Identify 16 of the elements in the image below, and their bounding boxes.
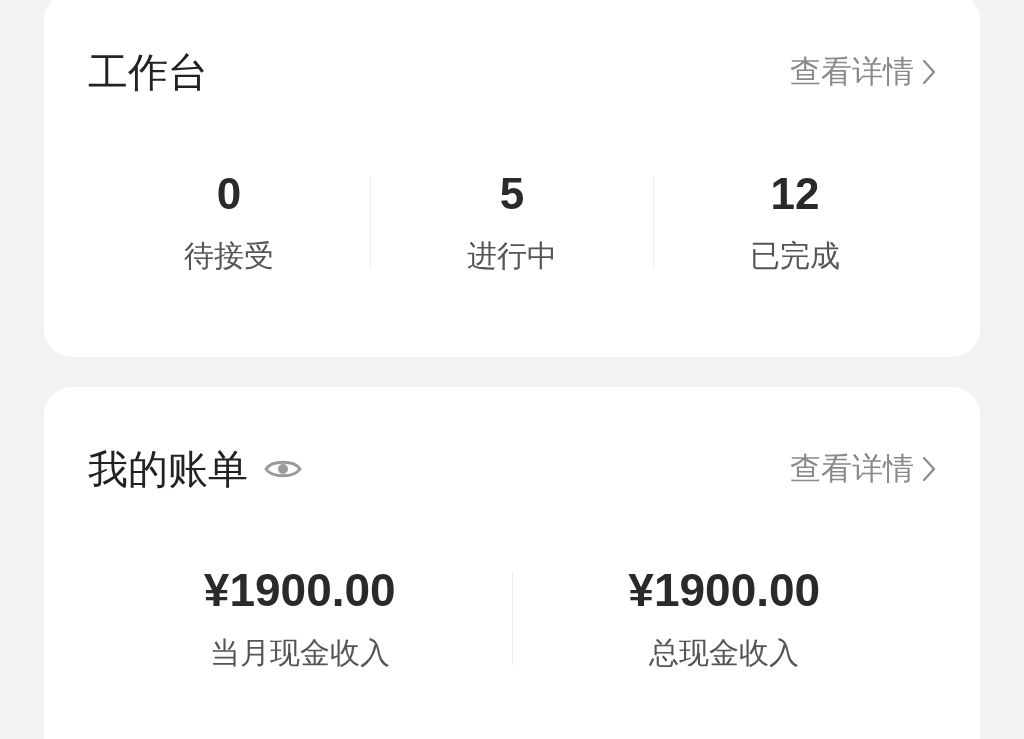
stat-value: 5	[499, 168, 525, 220]
stat-label: 进行中	[467, 238, 557, 274]
card-title: 工作台	[88, 49, 208, 96]
stat-label: 当月现金收入	[209, 635, 390, 671]
stat-value: ¥1900.00	[628, 563, 821, 617]
stat-value: 0	[216, 168, 242, 220]
card-title: 我的账单	[88, 446, 248, 493]
view-details-link[interactable]: 查看详情	[790, 48, 936, 96]
stat-label: 待接受	[184, 238, 274, 274]
stat-label: 总现金收入	[649, 635, 800, 671]
chevron-right-icon	[922, 456, 936, 482]
chevron-right-icon	[922, 59, 936, 85]
stat-value: ¥1900.00	[203, 563, 396, 617]
view-details-link[interactable]: 查看详情	[790, 445, 936, 493]
stat-value: 12	[770, 168, 820, 220]
stat-label: 已完成	[750, 238, 840, 274]
